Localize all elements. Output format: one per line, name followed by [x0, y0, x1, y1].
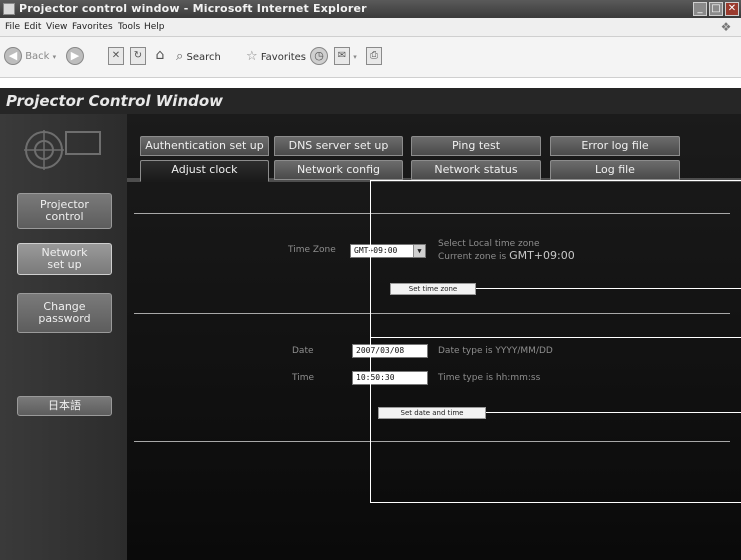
- mail-icon: ✉: [334, 47, 350, 65]
- star-icon: ☆: [246, 49, 258, 64]
- tab-error-log-file[interactable]: Error log file: [550, 136, 680, 156]
- time-field[interactable]: 10:50:30: [352, 371, 428, 385]
- menu-favorites[interactable]: Favorites: [72, 18, 113, 36]
- callout-line: [370, 180, 741, 181]
- projector-control-button[interactable]: Projector control: [17, 193, 112, 229]
- projector-logo-icon: [24, 124, 102, 176]
- menu-view[interactable]: View: [46, 18, 67, 36]
- minimize-icon[interactable]: _: [693, 2, 707, 16]
- japanese-language-label: 日本語: [48, 399, 81, 412]
- search-button[interactable]: ⌕ Search: [176, 46, 221, 68]
- window-title: Projector control window - Microsoft Int…: [19, 2, 367, 15]
- menu-help[interactable]: Help: [144, 18, 165, 36]
- sidebar: [0, 114, 127, 560]
- set-time-zone-button[interactable]: Set time zone: [390, 283, 476, 295]
- windows-logo-icon: ❖: [720, 20, 732, 34]
- history-button[interactable]: ◷: [310, 46, 328, 68]
- callout-line: [486, 412, 741, 413]
- time-zone-value: GMT+09:00: [354, 246, 398, 255]
- print-icon: ⎙: [366, 47, 382, 65]
- tab-network-status[interactable]: Network status: [411, 160, 541, 180]
- print-button[interactable]: ⎙: [366, 46, 382, 68]
- refresh-button[interactable]: ↻: [130, 46, 146, 68]
- tab-ping-test[interactable]: Ping test: [411, 136, 541, 156]
- menu-edit[interactable]: Edit: [24, 18, 41, 36]
- favorites-button[interactable]: ☆ Favorites: [246, 46, 306, 68]
- history-icon: ◷: [310, 47, 328, 65]
- time-zone-hint-line2: Current zone is: [438, 252, 507, 262]
- tab-network-config[interactable]: Network config: [274, 160, 403, 180]
- menu-bar: File Edit View Favorites Tools Help ❖: [0, 18, 741, 37]
- projector-control-label: Projector control: [40, 198, 89, 223]
- page-header: Projector Control Window: [0, 88, 741, 114]
- favorites-label: Favorites: [260, 52, 307, 63]
- tab-log-file[interactable]: Log file: [550, 160, 680, 180]
- home-button[interactable]: ⌂: [152, 46, 168, 68]
- page-title: Projector Control Window: [6, 92, 224, 110]
- forward-button[interactable]: ▶: [66, 46, 84, 68]
- ie-app-icon: [3, 3, 15, 15]
- callout-line: [476, 288, 741, 289]
- divider: [134, 313, 730, 314]
- callout-line: [370, 502, 741, 503]
- time-hint: Time type is hh:mm:ss: [438, 373, 541, 383]
- refresh-icon: ↻: [130, 47, 146, 65]
- divider: [134, 213, 730, 214]
- chevron-down-icon: ▾: [353, 53, 357, 61]
- date-field[interactable]: 2007/03/08: [352, 344, 428, 358]
- network-setup-label: Network set up: [41, 246, 88, 271]
- search-icon: ⌕: [176, 49, 184, 64]
- browser-toolbar: ◀ Back ▾ ▶ ✕ ↻ ⌂ ⌕ Search ☆ Favorites ◷ …: [0, 37, 741, 78]
- date-label: Date: [292, 346, 314, 356]
- menu-file[interactable]: File: [5, 18, 20, 36]
- stop-button[interactable]: ✕: [108, 46, 124, 68]
- time-label: Time: [292, 373, 315, 383]
- tab-authentication-setup[interactable]: Authentication set up: [140, 136, 269, 156]
- callout-line: [370, 180, 371, 503]
- set-date-time-button[interactable]: Set date and time: [378, 407, 486, 419]
- time-zone-select[interactable]: GMT+09:00 ▼: [350, 244, 426, 258]
- maximize-icon[interactable]: □: [709, 2, 723, 16]
- stop-icon: ✕: [108, 47, 124, 65]
- callout-line: [370, 337, 741, 338]
- japanese-language-button[interactable]: 日本語: [17, 396, 112, 416]
- window-title-bar: Projector control window - Microsoft Int…: [0, 0, 741, 18]
- back-arrow-icon: ◀: [4, 47, 22, 65]
- close-icon[interactable]: ✕: [725, 2, 739, 16]
- tab-adjust-clock[interactable]: Adjust clock: [140, 160, 269, 182]
- chevron-down-icon: ▼: [413, 245, 425, 257]
- change-password-label: Change password: [38, 300, 91, 325]
- back-button[interactable]: ◀ Back ▾: [4, 46, 56, 68]
- back-label: Back: [25, 51, 50, 62]
- time-zone-hint: Select Local time zone Current zone is G…: [438, 239, 575, 263]
- search-label: Search: [186, 52, 221, 63]
- change-password-button[interactable]: Change password: [17, 293, 112, 333]
- home-icon: ⌂: [155, 47, 165, 63]
- mail-button[interactable]: ✉ ▾: [334, 46, 357, 68]
- current-zone-value: GMT+09:00: [509, 249, 575, 262]
- divider: [134, 441, 730, 442]
- menu-tools[interactable]: Tools: [118, 18, 140, 36]
- tab-dns-server-setup[interactable]: DNS server set up: [274, 136, 403, 156]
- forward-arrow-icon: ▶: [66, 47, 84, 65]
- chevron-down-icon: ▾: [52, 53, 57, 61]
- time-zone-label: Time Zone: [288, 245, 336, 255]
- network-setup-button[interactable]: Network set up: [17, 243, 112, 275]
- date-hint: Date type is YYYY/MM/DD: [438, 346, 553, 356]
